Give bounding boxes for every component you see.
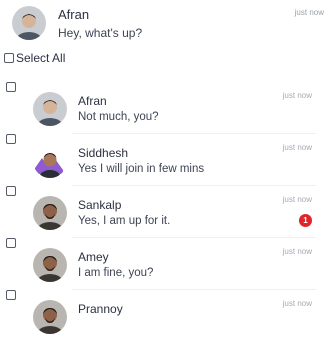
list-item[interactable]: Siddhesh Yes I will join in few mins jus… — [0, 134, 326, 186]
sender-name: Sankalp — [78, 198, 122, 212]
top-message[interactable]: Afran Hey, what's up? just now — [0, 0, 326, 48]
avatar — [12, 6, 46, 40]
checkbox-icon[interactable] — [6, 238, 16, 248]
avatar — [33, 300, 67, 334]
list-item[interactable]: Afran Not much, you? just now — [0, 82, 326, 134]
select-all-label: Select All — [16, 51, 66, 65]
message-preview: Not much, you? — [78, 111, 159, 123]
checkbox-icon[interactable] — [6, 134, 16, 144]
avatar — [33, 92, 67, 126]
timestamp: just now — [282, 299, 312, 308]
message-preview: Yes, I am up for it. — [78, 215, 171, 227]
avatar — [33, 196, 67, 230]
timestamp: just now — [282, 195, 312, 204]
message-preview: Hey, what's up? — [58, 26, 143, 40]
sender-name: Prannoy — [78, 302, 123, 316]
sender-name: Siddhesh — [78, 146, 129, 160]
message-preview: Yes I will join in few mins — [78, 163, 205, 175]
timestamp: just now — [282, 91, 312, 100]
timestamp: just now — [282, 247, 312, 256]
message-preview: I am fine, you? — [78, 267, 154, 279]
checkbox-icon[interactable] — [6, 82, 16, 92]
avatar — [33, 144, 67, 178]
sender-name: Afran — [58, 7, 90, 22]
sender-name: Afran — [78, 94, 107, 108]
select-all[interactable]: Select All — [4, 50, 65, 66]
unread-badge: 1 — [299, 214, 312, 227]
sender-name: Amey — [78, 250, 109, 264]
list-item[interactable]: Prannoy just now — [0, 290, 326, 342]
timestamp: just now — [282, 143, 312, 152]
checkbox-icon[interactable] — [6, 186, 16, 196]
checkbox-icon[interactable] — [4, 53, 14, 63]
list-item[interactable]: Amey I am fine, you? just now — [0, 238, 326, 290]
timestamp: just now — [294, 8, 324, 17]
avatar — [33, 248, 67, 282]
checkbox-icon[interactable] — [6, 290, 16, 300]
list-item[interactable]: Sankalp Yes, I am up for it. just now 1 — [0, 186, 326, 238]
